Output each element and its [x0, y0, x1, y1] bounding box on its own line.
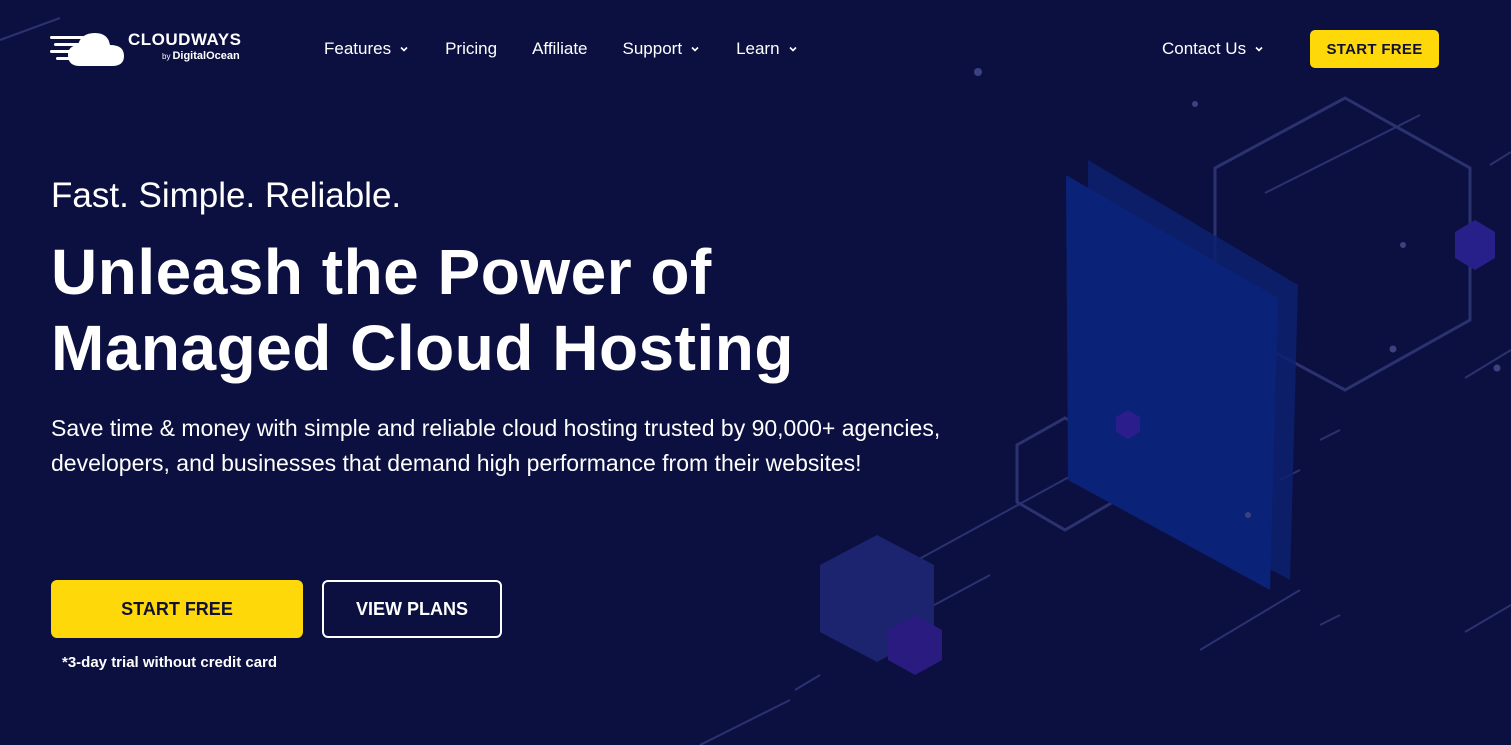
contact-us-label: Contact Us	[1162, 39, 1247, 58]
nav-item-pricing[interactable]: Pricing	[445, 39, 497, 59]
chevron-down-icon	[400, 46, 408, 52]
cloudways-logo-icon	[50, 33, 124, 66]
nav-item-affiliate[interactable]: Affiliate	[532, 39, 587, 59]
site-header: CLOUDWAYS by DigitalOcean Features Pricin…	[0, 0, 1511, 98]
hero-description: Save time & money with simple and reliab…	[51, 415, 941, 476]
chevron-down-icon	[1255, 46, 1263, 52]
contact-us-menu[interactable]: Contact Us	[1162, 37, 1265, 61]
hero-headline-line2: Managed Cloud Hosting	[51, 312, 794, 384]
landing-page: CLOUDWAYS by DigitalOcean Features Pricin…	[0, 0, 1511, 745]
brand-parent-name: DigitalOcean	[172, 50, 240, 62]
trial-note: *3-day trial without credit card	[62, 654, 278, 671]
main-nav: Features Pricing Affiliate Support Learn	[324, 37, 834, 61]
nav-item-label: Pricing	[445, 39, 498, 58]
cloudways-logo[interactable]: CLOUDWAYS by DigitalOcean	[50, 27, 260, 69]
nav-item-label: Support	[622, 39, 683, 58]
nav-item-label: Learn	[736, 39, 780, 58]
chevron-down-icon	[788, 46, 797, 52]
brand-name: CLOUDWAYS	[128, 30, 242, 49]
nav-item-label: Features	[324, 39, 392, 58]
brand-by-label: by	[162, 52, 171, 61]
chevron-down-icon	[691, 46, 699, 52]
nav-item-support[interactable]: Support	[623, 39, 702, 59]
view-plans-button[interactable]: VIEW PLANS	[322, 580, 502, 638]
nav-item-label: Affiliate	[532, 39, 588, 58]
hero-headline: Unleash the Power of Managed Cloud Hosti…	[51, 234, 931, 386]
nav-item-features[interactable]: Features	[324, 39, 410, 59]
hero-tagline: Fast. Simple. Reliable.	[51, 176, 402, 215]
nav-item-learn[interactable]: Learn	[736, 39, 798, 59]
brand-parent: by DigitalOcean	[162, 50, 240, 62]
header-start-free-button[interactable]: START FREE	[1310, 30, 1439, 68]
start-free-button[interactable]: START FREE	[51, 580, 303, 638]
hero-headline-line1: Unleash the Power of	[51, 236, 712, 308]
